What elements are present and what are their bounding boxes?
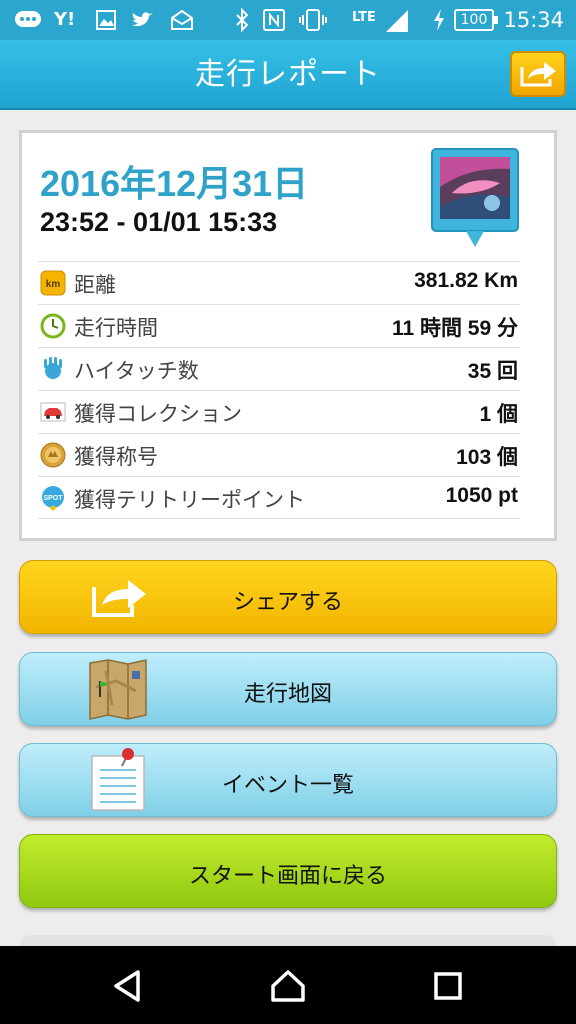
stat-row-titles: 獲得称号 103 個 bbox=[38, 433, 520, 476]
back-to-start-button[interactable]: スタート画面に戻る bbox=[19, 834, 557, 908]
bluetooth-icon bbox=[236, 8, 249, 32]
charging-icon bbox=[434, 9, 444, 31]
battery-indicator: 100 bbox=[454, 9, 498, 31]
back-to-start-label: スタート画面に戻る bbox=[188, 864, 387, 889]
share-button-label: シェアする bbox=[232, 590, 343, 615]
stat-row-hi-touch: ハイタッチ数 35 回 bbox=[38, 347, 520, 390]
status-bar: Y! LTE 100 15:34 bbox=[0, 0, 576, 40]
km-icon: km bbox=[40, 270, 66, 296]
report-date: 2016年12月31日 bbox=[40, 163, 309, 204]
status-time: 15:34 bbox=[503, 8, 564, 32]
photo-pin-icon[interactable] bbox=[430, 147, 520, 257]
yahoo-icon: Y! bbox=[54, 9, 76, 30]
messages-icon bbox=[15, 11, 41, 27]
svg-text:SPOT: SPOT bbox=[43, 495, 63, 502]
stat-label: 走行時間 bbox=[74, 316, 158, 340]
recents-icon[interactable] bbox=[428, 966, 468, 1006]
event-list-label: イベント一覧 bbox=[221, 773, 354, 798]
drive-map-button[interactable]: 走行地図 bbox=[19, 652, 557, 726]
stat-value: 35 回 bbox=[467, 360, 518, 383]
event-list-button[interactable]: イベント一覧 bbox=[19, 743, 557, 817]
stat-row-drive-time: 走行時間 11 時間 59 分 bbox=[38, 304, 520, 347]
back-icon[interactable] bbox=[108, 966, 148, 1006]
stat-value: 1 個 bbox=[479, 403, 518, 426]
stat-label: 距離 bbox=[74, 273, 116, 297]
share-arrow-icon bbox=[520, 62, 556, 87]
page-title: 走行レポート bbox=[195, 57, 381, 92]
drive-map-label: 走行地図 bbox=[243, 682, 332, 707]
stat-label: ハイタッチ数 bbox=[74, 359, 199, 383]
system-nav-bar bbox=[0, 946, 576, 1024]
stat-row-distance: km 距離 381.82 Km bbox=[38, 261, 520, 304]
stat-value: 1050 pt bbox=[445, 484, 518, 507]
network-type: LTE bbox=[352, 10, 376, 25]
stat-value: 11 時間 59 分 bbox=[391, 317, 518, 340]
stat-value: 381.82 Km bbox=[414, 269, 518, 292]
stat-row-collection: 獲得コレクション 1 個 bbox=[38, 390, 520, 433]
hi-touch-icon bbox=[44, 357, 62, 379]
stat-value: 103 個 bbox=[456, 446, 518, 469]
twitter-icon bbox=[132, 12, 153, 27]
mail-icon bbox=[171, 9, 193, 30]
stat-label: 獲得テリトリーポイント bbox=[74, 488, 305, 512]
home-icon[interactable] bbox=[268, 966, 308, 1006]
stats-list: km 距離 381.82 Km 走行時間 11 時間 59 分 ハイタッチ数 3… bbox=[38, 261, 520, 519]
image-icon bbox=[96, 10, 116, 30]
nfc-icon bbox=[263, 9, 285, 31]
title-medal-icon bbox=[40, 442, 66, 468]
vibrate-icon bbox=[299, 9, 327, 31]
header-share-button[interactable] bbox=[510, 51, 566, 97]
car-icon bbox=[40, 402, 66, 422]
stat-label: 獲得称号 bbox=[74, 445, 158, 469]
spot-icon: SPOT bbox=[42, 486, 64, 511]
signal-icon bbox=[386, 10, 408, 32]
stat-row-territory: SPOT 獲得テリトリーポイント 1050 pt bbox=[38, 476, 520, 519]
report-card: 2016年12月31日 23:52 - 01/01 15:33 km 距離 38… bbox=[19, 130, 557, 541]
app-header: 走行レポート bbox=[0, 40, 576, 110]
svg-text:km: km bbox=[46, 279, 61, 290]
share-button[interactable]: シェアする bbox=[19, 560, 557, 634]
report-time-range: 23:52 - 01/01 15:33 bbox=[40, 207, 278, 237]
clock-icon bbox=[40, 313, 66, 339]
stat-label: 獲得コレクション bbox=[74, 402, 242, 426]
